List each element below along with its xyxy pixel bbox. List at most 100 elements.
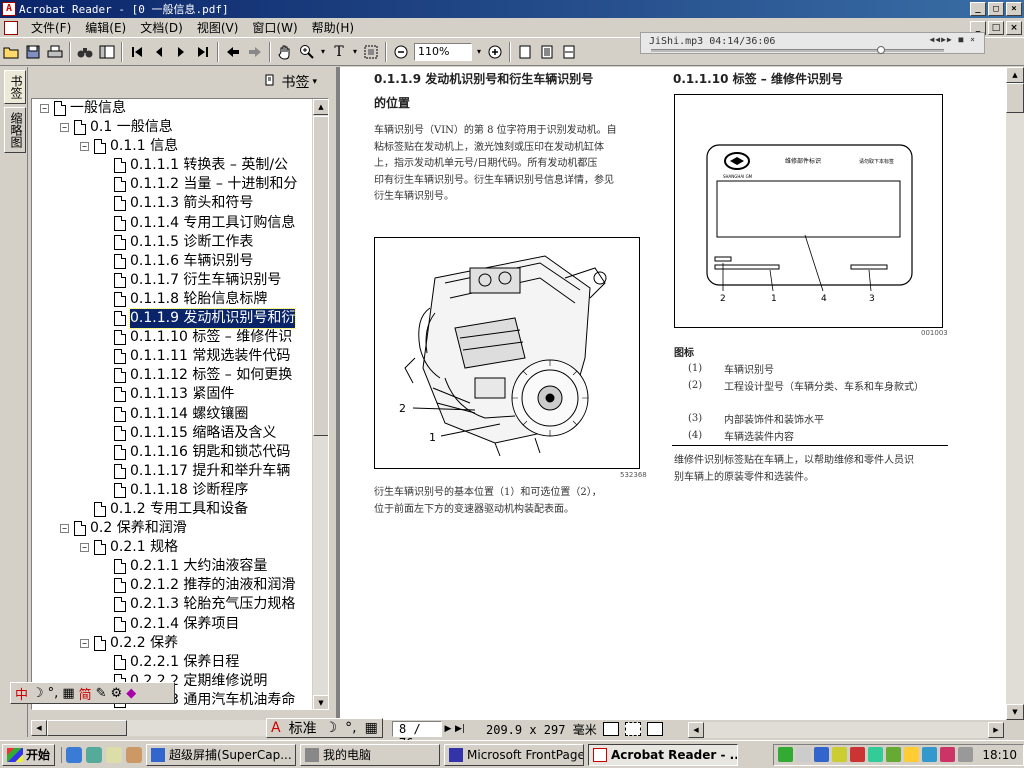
document-horizontal-scrollbar[interactable]: ◀ ▶	[688, 722, 1004, 738]
bookmark-item[interactable]: 0.1.1.14 螺纹镶圈	[32, 405, 314, 424]
soft-keyboard-icon[interactable]: ▦	[62, 686, 74, 701]
ime-mode-chinese[interactable]: 中	[15, 684, 28, 703]
menu-file[interactable]: 文件(F)	[24, 19, 78, 36]
bookmark-expand-toggle[interactable]: −	[60, 123, 69, 133]
punctuation-icon[interactable]: °,	[341, 720, 360, 736]
text-tool-dropdown-icon[interactable]: ▾	[350, 41, 360, 63]
bookmark-item[interactable]: 0.1.1.1 转换表 – 英制/公	[32, 156, 314, 175]
bookmark-item[interactable]: 0.1.1.13 紧固件	[32, 385, 314, 404]
half-moon-icon[interactable]: ☽	[321, 720, 342, 736]
ime-status-bar[interactable]: A 标准 ☽ °, ▦	[266, 718, 383, 738]
bookmark-item[interactable]: 0.1.1.11 常规选装件代码	[32, 347, 314, 366]
half-moon-icon[interactable]: ☽	[32, 686, 44, 701]
go-forward-icon[interactable]	[244, 41, 266, 63]
bookmark-item[interactable]: 0.1.1.15 缩略语及含义	[32, 424, 314, 443]
bookmarks-menu-button[interactable]: 书签	[281, 72, 309, 92]
media-seek-bar[interactable]	[651, 46, 944, 54]
bookmark-item[interactable]: 0.1.1.5 诊断工作表	[32, 233, 314, 252]
fit-page-icon[interactable]	[536, 41, 558, 63]
zoom-level-input[interactable]: 110%	[414, 42, 472, 61]
tab-bookmarks[interactable]: 书签	[4, 70, 26, 104]
scroll-left-icon[interactable]: ◀	[688, 722, 704, 738]
show-navigation-pane-icon[interactable]	[96, 41, 118, 63]
book-icon[interactable]: ◆	[126, 686, 136, 701]
ime-logo-icon[interactable]: A	[267, 720, 285, 736]
bookmark-expand-toggle[interactable]: −	[80, 638, 89, 648]
bookmark-item[interactable]: 0.1.1.12 标签 – 如何更换	[32, 366, 314, 385]
document-viewport[interactable]: 0.1.1.9 发动机识别号和衍生车辆识别号 的位置 车辆识别号（VIN）的第 …	[333, 67, 1006, 720]
menu-window[interactable]: 窗口(W)	[245, 19, 304, 36]
close-button[interactable]: ×	[1006, 2, 1022, 16]
outlook-express-icon[interactable]	[86, 746, 103, 763]
tray-app-icon[interactable]	[958, 747, 974, 762]
taskbar-item-supercap[interactable]: 超级屏捕(SuperCap...	[146, 743, 297, 766]
scroll-down-icon[interactable]: ▼	[1006, 704, 1024, 720]
bookmark-expand-toggle[interactable]: −	[60, 524, 69, 534]
minimize-button[interactable]: _	[970, 2, 986, 16]
settings-icon[interactable]: ⚙	[111, 686, 123, 701]
scroll-up-icon[interactable]: ▲	[313, 99, 328, 115]
bookmark-item[interactable]: 0.2.1.4 保养项目	[32, 615, 314, 634]
tray-app-icon[interactable]	[922, 747, 938, 762]
tab-thumbnails[interactable]: 缩略图	[4, 107, 26, 153]
ime-simplified-toggle[interactable]: 简	[79, 684, 92, 703]
scrollbar-thumb[interactable]	[313, 116, 328, 436]
bookmark-item[interactable]: 0.1.2 专用工具和设备	[32, 500, 314, 519]
media-player-widget[interactable]: JiShi.mp3 04:14/36:06 ◀◀▶▶ ■ ×	[640, 32, 985, 54]
bookmark-item[interactable]: 0.1.1.3 箭头和符号	[32, 194, 314, 213]
actual-size-icon[interactable]	[514, 41, 536, 63]
next-page-icon[interactable]	[170, 41, 192, 63]
bookmark-item[interactable]: 0.2.1.3 轮胎充气压力规格	[32, 595, 314, 614]
menu-document[interactable]: 文档(D)	[133, 19, 190, 36]
bookmark-item[interactable]: 0.1.1.16 钥匙和锁芯代码	[32, 443, 314, 462]
find-binoculars-icon[interactable]	[74, 41, 96, 63]
bookmark-item[interactable]: − 0.2 保养和润滑	[32, 519, 314, 538]
taskbar-clock[interactable]: 18:10	[982, 748, 1017, 762]
bookmarks-vertical-scrollbar[interactable]: ▲ ▼	[312, 99, 328, 709]
continuous-layout-icon[interactable]	[624, 722, 641, 736]
open-folder-icon[interactable]	[0, 41, 22, 63]
previous-page-icon[interactable]	[148, 41, 170, 63]
bookmark-menu-icon[interactable]	[265, 74, 275, 90]
zoom-out-icon[interactable]	[390, 41, 412, 63]
bookmark-item[interactable]: 0.2.1.2 推荐的油液和润滑	[32, 576, 314, 595]
bookmark-item[interactable]: 0.1.1.10 标签 – 维修件识	[32, 328, 314, 347]
bookmark-item[interactable]: 0.1.1.8 轮胎信息标牌	[32, 290, 314, 309]
bookmark-item[interactable]: − 一般信息	[32, 99, 314, 118]
document-icon[interactable]	[4, 20, 18, 35]
tray-app-icon[interactable]	[850, 747, 866, 762]
ime-mode-label[interactable]: 标准	[285, 718, 321, 738]
hand-tool-icon[interactable]	[274, 41, 296, 63]
single-page-layout-icon[interactable]	[602, 722, 619, 736]
taskbar-item-acrobat-reader[interactable]: Acrobat Reader - ...	[588, 743, 739, 766]
document-vertical-scrollbar[interactable]: ▲ ▼	[1006, 67, 1024, 720]
show-desktop-icon[interactable]	[106, 746, 123, 763]
menu-view[interactable]: 视图(V)	[190, 19, 246, 36]
soft-keyboard-icon[interactable]: ▦	[361, 720, 382, 736]
tray-app-icon[interactable]	[868, 747, 884, 762]
taskbar-item-frontpage[interactable]: Microsoft FrontPage	[444, 743, 585, 766]
zoom-level-dropdown-icon[interactable]: ▾	[474, 41, 484, 63]
bookmark-expand-toggle[interactable]: −	[40, 104, 49, 113]
bookmark-item[interactable]: 0.1.1.2 当量 – 十进制和分	[32, 175, 314, 194]
facing-pages-layout-icon[interactable]	[646, 722, 663, 736]
punctuation-icon[interactable]: °,	[48, 686, 59, 701]
zoom-in-tool-icon[interactable]	[296, 41, 318, 63]
zoom-dropdown-icon[interactable]: ▾	[318, 41, 328, 63]
zoom-in-icon[interactable]	[484, 41, 506, 63]
scrollbar-thumb[interactable]	[1006, 83, 1024, 113]
taskbar-item-my-computer[interactable]: 我的电脑	[300, 743, 441, 766]
doc-restore-button[interactable]: □	[988, 20, 1004, 35]
qq-icon[interactable]	[904, 747, 920, 762]
scroll-up-icon[interactable]: ▲	[1006, 67, 1024, 83]
network-icon[interactable]	[778, 747, 794, 762]
menu-help[interactable]: 帮助(H)	[305, 19, 361, 36]
print-icon[interactable]	[44, 41, 66, 63]
bookmark-item[interactable]: 0.1.1.18 诊断程序	[32, 481, 314, 500]
graphics-select-tool-icon[interactable]	[360, 41, 382, 63]
scroll-right-icon[interactable]: ▶	[988, 722, 1004, 738]
bookmark-item[interactable]: − 0.1 一般信息	[32, 118, 314, 137]
acrobat-app-icon[interactable]: A	[2, 2, 16, 16]
chevron-down-icon[interactable]: ▾	[312, 77, 317, 87]
tray-app-icon[interactable]	[886, 747, 902, 762]
